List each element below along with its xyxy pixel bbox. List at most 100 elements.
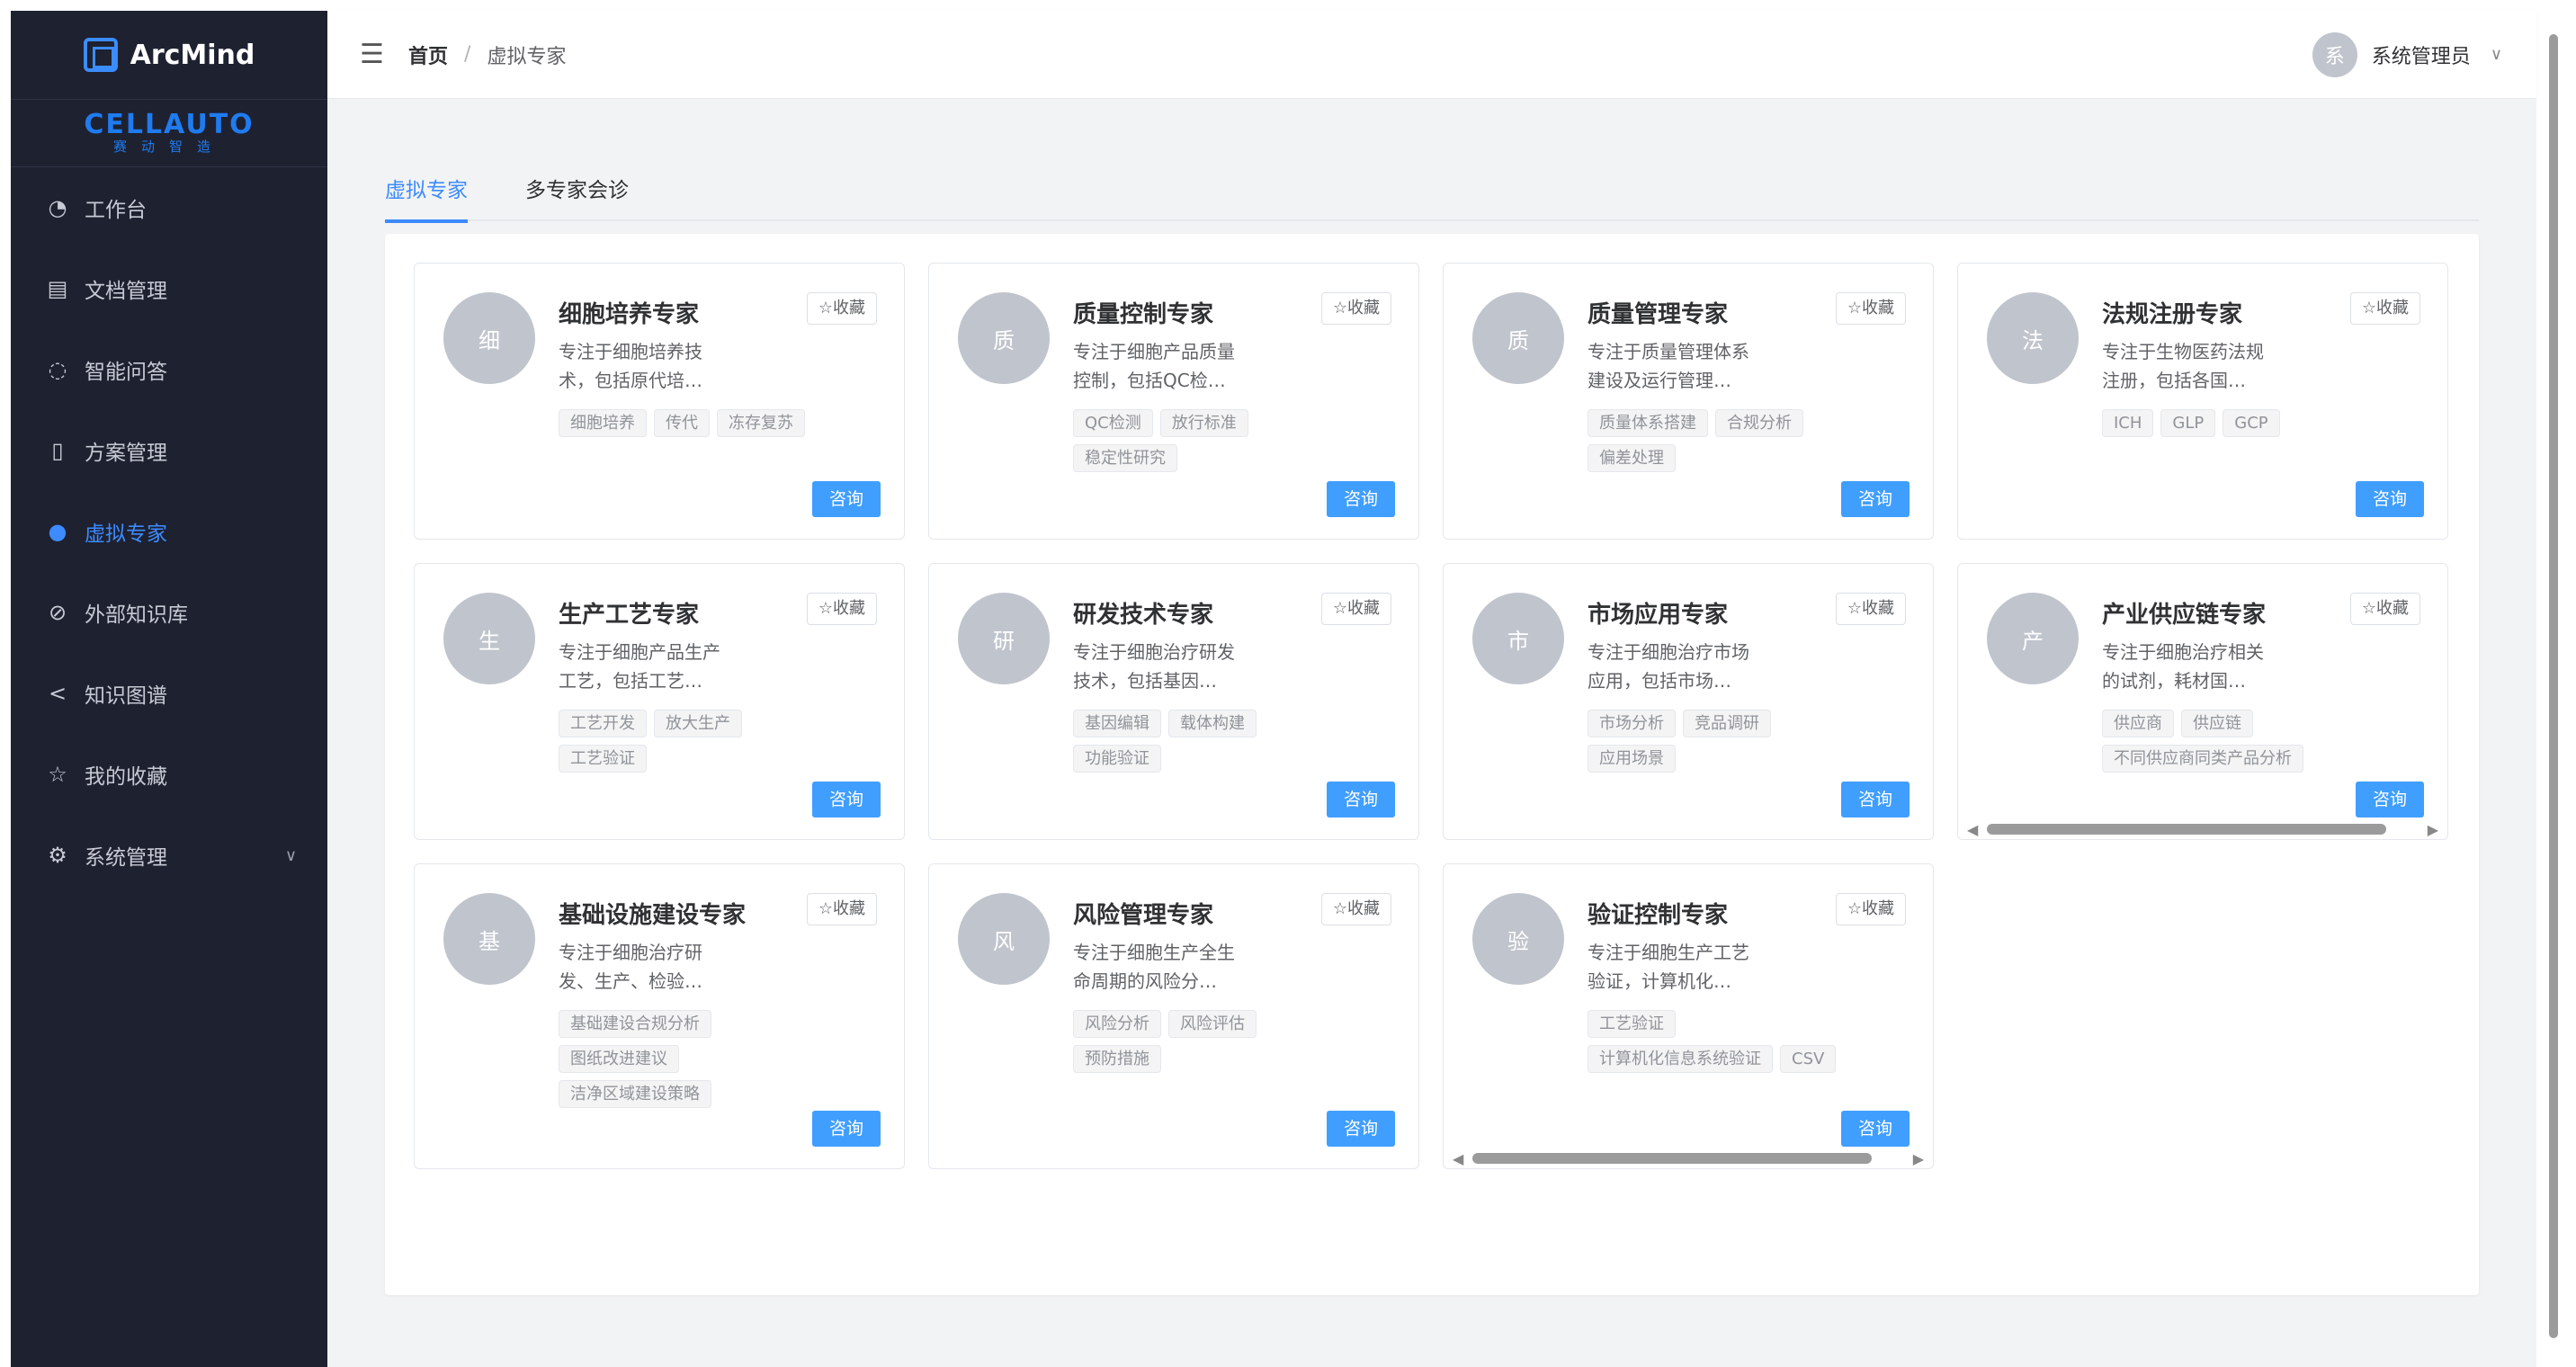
favorite-button[interactable]: ☆收藏 bbox=[1320, 593, 1391, 625]
chevron-down-icon[interactable]: ∨ bbox=[2491, 45, 2502, 64]
sidebar-item-label: 智能问答 bbox=[85, 361, 167, 384]
sidebar-item-label: 工作台 bbox=[85, 199, 147, 222]
expert-card: 验验证控制专家 ☆收藏 专注于细胞生产工艺 验证，计算机化… 工艺验证 计算机化信息系统验… bbox=[1443, 863, 1934, 1169]
expert-avatar: 生 bbox=[443, 593, 535, 684]
favorite-button[interactable]: ☆收藏 bbox=[806, 593, 877, 625]
star-icon: ☆ bbox=[48, 762, 67, 787]
sidebar-item-knowledge-graph[interactable]: < 知识图谱 bbox=[11, 653, 327, 734]
expert-tag: 放行标准 bbox=[1159, 409, 1248, 437]
expert-tag: 传代 bbox=[654, 409, 710, 437]
favorite-button[interactable]: ☆收藏 bbox=[1835, 292, 1906, 325]
expert-tag: 功能验证 bbox=[1073, 745, 1161, 773]
expert-avatar: 产 bbox=[1987, 593, 2079, 684]
expert-card: 质质量控制专家 ☆收藏 专注于细胞产品质量 控制，包括QC检… QC检测 放行标准 稳定性研… bbox=[928, 263, 1419, 540]
favorite-button[interactable]: ☆收藏 bbox=[1835, 893, 1906, 925]
expert-description: 专注于细胞治疗研 发、生产、检验… bbox=[559, 938, 756, 996]
user-menu[interactable]: 系 系统管理员 ∨ bbox=[2312, 31, 2502, 77]
favorite-button[interactable]: ☆收藏 bbox=[2349, 292, 2420, 325]
description-line: 专注于细胞治疗研 bbox=[559, 942, 702, 963]
expert-tag: QC检测 bbox=[1073, 409, 1153, 437]
sidebar-item-system[interactable]: ⚙ 系统管理 ∨ bbox=[11, 815, 327, 896]
favorite-button[interactable]: ☆收藏 bbox=[806, 292, 877, 325]
consult-button[interactable]: 咨询 bbox=[2356, 481, 2424, 517]
expert-tag: 工艺验证 bbox=[1588, 1010, 1676, 1038]
sidebar-item-workbench[interactable]: ◔ 工作台 bbox=[11, 167, 327, 248]
favorite-button[interactable]: ☆收藏 bbox=[2349, 593, 2420, 625]
expert-tag: 风险评估 bbox=[1168, 1010, 1257, 1038]
expert-description: 专注于细胞治疗相关 的试剂，耗材国… bbox=[2102, 638, 2300, 695]
expert-card: 细细胞培养专家 ☆收藏 专注于细胞培养技 术，包括原代培… 细胞培养 传代 冻存复苏 咨询 bbox=[414, 263, 905, 540]
consult-button[interactable]: 咨询 bbox=[1327, 1111, 1395, 1147]
horizontal-scrollbar-thumb[interactable] bbox=[1987, 824, 2386, 835]
expert-card: 研研发技术专家 ☆收藏 专注于细胞治疗研发 技术，包括基因… 基因编辑 载体构建 功能验证咨… bbox=[928, 563, 1419, 840]
expert-card: 风风险管理专家 ☆收藏 专注于细胞生产全生 命周期的风险分… 风险分析 风险评估 预防措施咨… bbox=[928, 863, 1419, 1169]
tab-virtual-expert[interactable]: 虚拟专家 bbox=[385, 164, 468, 223]
sidebar-item-label: 我的收藏 bbox=[85, 765, 167, 789]
scroll-left-icon[interactable]: ◀ bbox=[1967, 821, 1978, 838]
scroll-left-icon[interactable]: ◀ bbox=[1453, 1150, 1463, 1167]
sidebar-item-plans[interactable]: ▯ 方案管理 bbox=[11, 410, 327, 491]
sidebar-item-label: 方案管理 bbox=[85, 442, 167, 465]
user-icon: ● bbox=[48, 519, 67, 544]
sidebar-item-virtual-expert[interactable]: ● 虚拟专家 bbox=[11, 491, 327, 572]
expert-description: 专注于细胞治疗市场 应用，包括市场… bbox=[1588, 638, 1785, 695]
chevron-down-icon[interactable]: ∨ bbox=[285, 846, 297, 865]
description-line: 专注于细胞培养技 bbox=[559, 341, 702, 362]
favorite-button[interactable]: ☆收藏 bbox=[1320, 893, 1391, 925]
app-brand[interactable]: ArcMind bbox=[11, 11, 327, 99]
chip-logo-icon bbox=[83, 38, 118, 72]
consult-button[interactable]: 咨询 bbox=[1841, 1111, 1910, 1147]
vertical-scrollbar-thumb[interactable] bbox=[2549, 34, 2558, 1338]
expert-title: 质量管理专家 bbox=[1588, 301, 1729, 328]
expert-description: 专注于细胞生产工艺 验证，计算机化… bbox=[1588, 938, 1785, 996]
consult-button[interactable]: 咨询 bbox=[1841, 782, 1910, 818]
vertical-scrollbar[interactable] bbox=[2545, 27, 2562, 1347]
favorite-button[interactable]: ☆收藏 bbox=[1835, 593, 1906, 625]
consult-button[interactable]: 咨询 bbox=[1327, 782, 1395, 818]
expert-tag: 载体构建 bbox=[1168, 710, 1257, 737]
favorite-button[interactable]: ☆收藏 bbox=[806, 893, 877, 925]
expert-tag: 风险分析 bbox=[1073, 1010, 1161, 1038]
expert-grid: 细细胞培养专家 ☆收藏 专注于细胞培养技 术，包括原代培… 细胞培养 传代 冻存复苏 咨询质质… bbox=[385, 234, 2479, 1295]
expert-tags: QC检测 放行标准 稳定性研究 bbox=[1073, 409, 1325, 472]
expert-title: 法规注册专家 bbox=[2102, 301, 2243, 328]
expert-description: 专注于质量管理体系 建设及运行管理… bbox=[1588, 337, 1785, 395]
description-line: 的试剂，耗材国… bbox=[2102, 670, 2246, 692]
expert-tag: 图纸改进建议 bbox=[559, 1045, 679, 1073]
avatar[interactable]: 系 bbox=[2312, 31, 2357, 77]
consult-button[interactable]: 咨询 bbox=[1327, 481, 1395, 517]
sidebar-item-smart-qa[interactable]: ◌ 智能问答 bbox=[11, 329, 327, 410]
expert-tag: 放大生产 bbox=[654, 710, 742, 737]
consult-button[interactable]: 咨询 bbox=[812, 782, 881, 818]
company-logo: CELLAUTO 赛动智造 bbox=[11, 99, 327, 167]
consult-button[interactable]: 咨询 bbox=[2356, 782, 2424, 818]
expert-tag: GLP bbox=[2160, 409, 2216, 437]
sidebar-item-external-kb[interactable]: ⊘ 外部知识库 bbox=[11, 572, 327, 653]
user-name[interactable]: 系统管理员 bbox=[2372, 40, 2471, 69]
consult-button[interactable]: 咨询 bbox=[812, 1111, 881, 1147]
company-logo-subtext: 赛动智造 bbox=[112, 138, 225, 155]
menu-fold-icon[interactable]: ☰ bbox=[360, 39, 387, 70]
horizontal-scrollbar[interactable]: ◀ ▶ bbox=[1967, 819, 2438, 838]
tab-multi-expert[interactable]: 多专家会诊 bbox=[525, 164, 629, 221]
app-name: ArcMind bbox=[130, 39, 255, 71]
expert-title: 基础设施建设专家 bbox=[559, 902, 747, 929]
sidebar-item-documents[interactable]: ▤ 文档管理 bbox=[11, 248, 327, 329]
expert-avatar: 细 bbox=[443, 292, 535, 384]
expert-tag: 不同供应商同类产品分析 bbox=[2102, 745, 2303, 773]
horizontal-scrollbar[interactable]: ◀ ▶ bbox=[1453, 1148, 1924, 1167]
description-line: 专注于质量管理体系 bbox=[1588, 341, 1749, 362]
favorite-button[interactable]: ☆收藏 bbox=[1320, 292, 1391, 325]
scroll-right-icon[interactable]: ▶ bbox=[2428, 821, 2438, 838]
scroll-right-icon[interactable]: ▶ bbox=[1913, 1150, 1924, 1167]
consult-button[interactable]: 咨询 bbox=[812, 481, 881, 517]
breadcrumb-home[interactable]: 首页 bbox=[408, 40, 448, 69]
expert-tag: 偏差处理 bbox=[1588, 444, 1676, 472]
chat-icon: ◌ bbox=[48, 357, 67, 382]
horizontal-scrollbar-thumb[interactable] bbox=[1472, 1153, 1872, 1164]
expert-tags: 基础建设合规分析 图纸改进建议 洁净区域建设策略 bbox=[559, 1010, 810, 1108]
sidebar-item-favorites[interactable]: ☆ 我的收藏 bbox=[11, 734, 327, 815]
description-line: 专注于细胞治疗市场 bbox=[1588, 641, 1749, 663]
expert-card: 市市场应用专家 ☆收藏 专注于细胞治疗市场 应用，包括市场… 市场分析 竞品调研 应用场景咨… bbox=[1443, 563, 1934, 840]
consult-button[interactable]: 咨询 bbox=[1841, 481, 1910, 517]
